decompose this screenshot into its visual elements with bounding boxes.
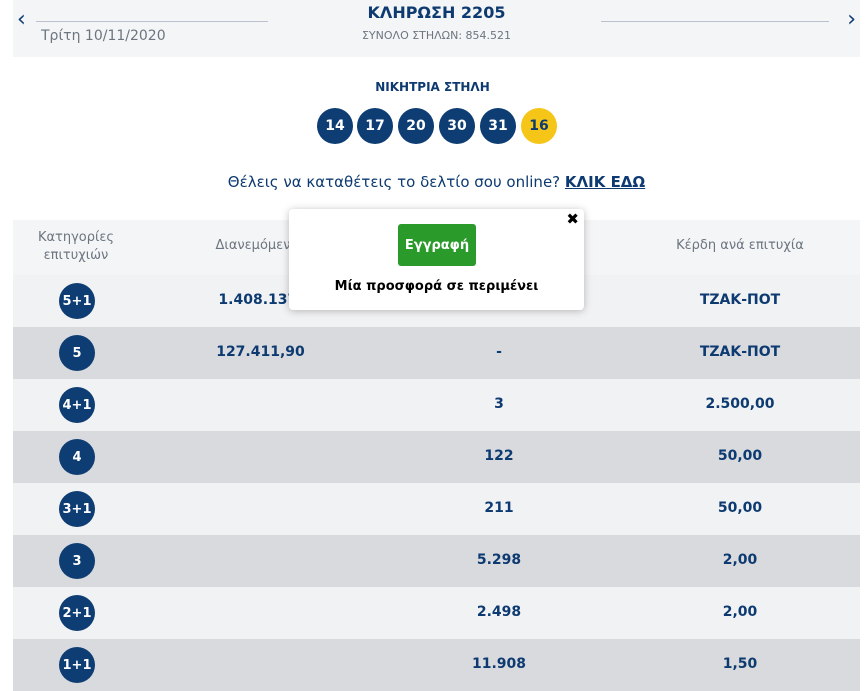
winners-count: - (496, 344, 502, 360)
winners-count: 3 (494, 396, 504, 412)
prize-amount: ΤΖΑΚ-ΠΟΤ (699, 344, 781, 360)
table-row: 1+1 11.908 1,50 (13, 639, 860, 691)
prize-amount: 2.500,00 (705, 396, 775, 412)
category-badge: 4 (59, 439, 95, 475)
prize-amount: 2,00 (722, 552, 758, 568)
table-row: 5 127.411,90 - ΤΖΑΚ-ΠΟΤ (13, 327, 860, 379)
online-ticket-text: Θέλεις να καταθέτεις το δελτίο σου onlin… (227, 173, 565, 191)
winning-number-ball: 31 (480, 108, 516, 144)
winners-count: 122 (484, 448, 514, 464)
category-badge: 1+1 (59, 647, 95, 683)
joker-number-ball: 16 (521, 108, 557, 144)
distributed-amount: 127.411,90 (216, 344, 305, 360)
header-categories: Κατηγορίες επιτυχιών (37, 230, 115, 263)
prize-amount: 50,00 (717, 500, 763, 516)
table-row: 3+1 211 50,00 (13, 483, 860, 535)
prize-amount: 50,00 (717, 448, 763, 464)
registration-popup: ✖ Εγγραφή Μία προσφορά σε περιμένει (289, 209, 584, 310)
register-button[interactable]: Εγγραφή (398, 224, 476, 266)
winning-column-label: ΝΙΚΗΤΡΙΑ ΣΤΗΛΗ (375, 80, 490, 94)
winning-number-ball: 20 (398, 108, 434, 144)
prize-amount: ΤΖΑΚ-ΠΟΤ (699, 292, 781, 308)
winners-count: 211 (484, 500, 514, 516)
table-row: 3 5.298 2,00 (13, 535, 860, 587)
online-ticket-prompt: Θέλεις να καταθέτεις το δελτίο σου onlin… (0, 173, 865, 191)
winning-number-ball: 30 (439, 108, 475, 144)
winners-count: 2.498 (476, 604, 522, 620)
category-badge: 5 (59, 335, 95, 371)
winners-count: 11.908 (471, 656, 527, 672)
total-columns: ΣΥΝΟΛΟ ΣΤΗΛΩΝ: 854.521 (361, 29, 512, 42)
offer-text: Μία προσφορά σε περιμένει (334, 279, 539, 294)
category-badge: 4+1 (59, 387, 95, 423)
winners-count: 5.298 (476, 552, 522, 568)
draw-header: ‹ › Τρίτη 10/11/2020 ΚΛΗΡΩΣΗ 2205 ΣΥΝΟΛΟ… (13, 0, 860, 57)
click-here-link[interactable]: ΚΛΙΚ ΕΔΩ (565, 173, 645, 191)
table-row: 4+1 3 2.500,00 (13, 379, 860, 431)
winning-number-ball: 17 (357, 108, 393, 144)
winning-number-ball: 14 (317, 108, 353, 144)
table-row: 4 122 50,00 (13, 431, 860, 483)
header-prize-per-win: Κέρδη ανά επιτυχία (676, 238, 804, 253)
close-icon[interactable]: ✖ (566, 210, 579, 228)
category-badge: 3 (59, 543, 95, 579)
header-distributed: Διανεμόμεν (215, 238, 291, 253)
draw-title: ΚΛΗΡΩΣΗ 2205 (367, 3, 506, 22)
prize-amount: 1,50 (722, 656, 758, 672)
category-badge: 2+1 (59, 595, 95, 631)
table-row: 2+1 2.498 2,00 (13, 587, 860, 639)
prize-amount: 2,00 (722, 604, 758, 620)
category-badge: 5+1 (59, 283, 95, 319)
category-badge: 3+1 (59, 491, 95, 527)
